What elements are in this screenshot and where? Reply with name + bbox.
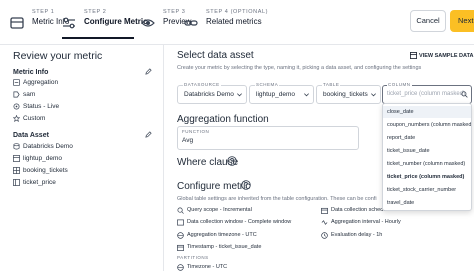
- column-option-selected[interactable]: ticket_price (column masked): [383, 171, 471, 183]
- view-sample-data-button[interactable]: VIEW SAMPLE DATA: [419, 53, 474, 59]
- schedule-icon: [321, 207, 328, 214]
- config-text: Data collection window - Complete window: [187, 219, 292, 225]
- field-caption: TABLE: [322, 82, 341, 87]
- column-dropdown: close_date coupon_numbers (column masked…: [382, 103, 472, 211]
- status-icon: [13, 103, 20, 110]
- search-icon: [461, 91, 468, 98]
- datasource-select[interactable]: DATASOURCE Databricks Demo: [177, 82, 247, 104]
- clock-icon: [321, 232, 328, 239]
- asset-item-label: Databricks Demo: [23, 143, 73, 150]
- metric-item-label: sam: [23, 91, 36, 98]
- metric-info-heading: Metric Info: [13, 69, 49, 76]
- step-number: STEP 1: [32, 9, 55, 15]
- config-text: Query scope - Incremental: [187, 207, 252, 213]
- interval-icon: [321, 220, 328, 225]
- metric-item-label: Aggregation: [23, 79, 59, 86]
- configure-metric-title: Configure metric: [177, 181, 251, 192]
- config-text: Timestamp - ticket_issue_date: [187, 244, 262, 250]
- column-option[interactable]: ticket_number (column masked): [383, 158, 471, 170]
- metric-item-label: Status - Live: [23, 103, 60, 110]
- edit-icon[interactable]: [145, 68, 152, 75]
- column-option[interactable]: report_date: [383, 132, 471, 144]
- chevron-down-icon: [237, 93, 242, 97]
- edit-icon[interactable]: [145, 131, 152, 138]
- field-value: Databricks Demo: [184, 91, 234, 98]
- schema-select[interactable]: SCHEMA lightup_demo: [249, 82, 314, 104]
- field-caption: COLUMN: [387, 82, 412, 87]
- field-caption: SCHEMA: [255, 82, 280, 87]
- sliders-icon: [63, 17, 75, 29]
- config-text: Aggregation interval - Hourly: [331, 219, 401, 225]
- column-option[interactable]: ticket_issue_date: [383, 145, 471, 157]
- field-value: booking_tickets: [323, 91, 368, 98]
- chevron-down-icon: [304, 93, 309, 97]
- step-number: STEP 2: [84, 9, 107, 15]
- wizard-header: STEP 1 Metric Info STEP 2 Configure Metric…: [0, 0, 474, 45]
- help-icon[interactable]: [227, 156, 237, 166]
- database-icon: [13, 143, 20, 150]
- asset-item-label: ticket_price: [23, 179, 56, 186]
- scope-icon: [177, 207, 184, 214]
- column-select[interactable]: COLUMN ticket_price (column masked): [382, 82, 472, 104]
- window-icon: [177, 219, 184, 226]
- select-data-asset-subtitle: Create your metric by selecting the type…: [177, 65, 422, 71]
- asset-item-label: booking_tickets: [23, 167, 68, 174]
- tag-icon: [13, 91, 20, 98]
- aggregation-function-select[interactable]: FUNCTION Avg: [177, 126, 359, 150]
- review-title: Review your metric: [13, 50, 103, 62]
- configure-metric-subtitle: Global table settings are inherited from…: [177, 196, 377, 202]
- globe-icon: [177, 232, 184, 239]
- eye-icon: [141, 19, 155, 27]
- step-name: Related metrics: [206, 17, 262, 26]
- field-caption: DATASOURCE: [183, 82, 221, 87]
- metric-item-label: Custom: [23, 115, 46, 122]
- data-asset-heading: Data Asset: [13, 132, 49, 139]
- config-text: Aggregation timezone - UTC: [187, 232, 257, 238]
- partitions-caption: PARTITIONS: [177, 255, 209, 260]
- step-number: STEP 4 (OPTIONAL): [206, 9, 269, 15]
- link-icon: [184, 20, 198, 26]
- next-button[interactable]: Next: [450, 10, 474, 32]
- select-data-asset-title: Select data asset: [177, 50, 254, 61]
- custom-icon: [13, 115, 20, 122]
- column-icon: [13, 179, 20, 186]
- schema-icon: [13, 155, 20, 162]
- globe-icon: [177, 264, 184, 271]
- step-name: Configure Metric: [84, 17, 148, 26]
- column-option[interactable]: coupon_numbers (column masked): [383, 119, 471, 131]
- chevron-down-icon: [371, 93, 376, 97]
- table-icon: [13, 167, 20, 174]
- table-select[interactable]: TABLE booking_tickets: [316, 82, 381, 104]
- config-text: Evaluation delay - 1h: [331, 232, 383, 238]
- review-panel: Review your metric Metric Info Aggregati…: [0, 44, 164, 271]
- step-number: STEP 3: [163, 9, 186, 15]
- cancel-button[interactable]: Cancel: [410, 10, 446, 32]
- column-option[interactable]: close_date: [383, 106, 471, 118]
- config-text: Timezone - UTC: [187, 264, 228, 270]
- field-caption: FUNCTION: [182, 129, 210, 134]
- column-search-placeholder[interactable]: ticket_price (column masked): [387, 91, 465, 97]
- field-value: lightup_demo: [256, 91, 296, 98]
- table-icon: [410, 52, 417, 59]
- help-icon[interactable]: [241, 180, 251, 190]
- calendar-icon: [177, 244, 184, 251]
- active-step-indicator: [62, 37, 134, 39]
- aggregation-function-title: Aggregation function: [177, 114, 269, 125]
- asset-item-label: lightup_demo: [23, 155, 63, 162]
- column-option[interactable]: travel_date: [383, 197, 471, 209]
- column-option[interactable]: ticket_stock_carrier_number: [383, 184, 471, 196]
- table-icon: [10, 17, 24, 29]
- field-value: Avg: [182, 137, 194, 144]
- aggregation-icon: [13, 79, 20, 86]
